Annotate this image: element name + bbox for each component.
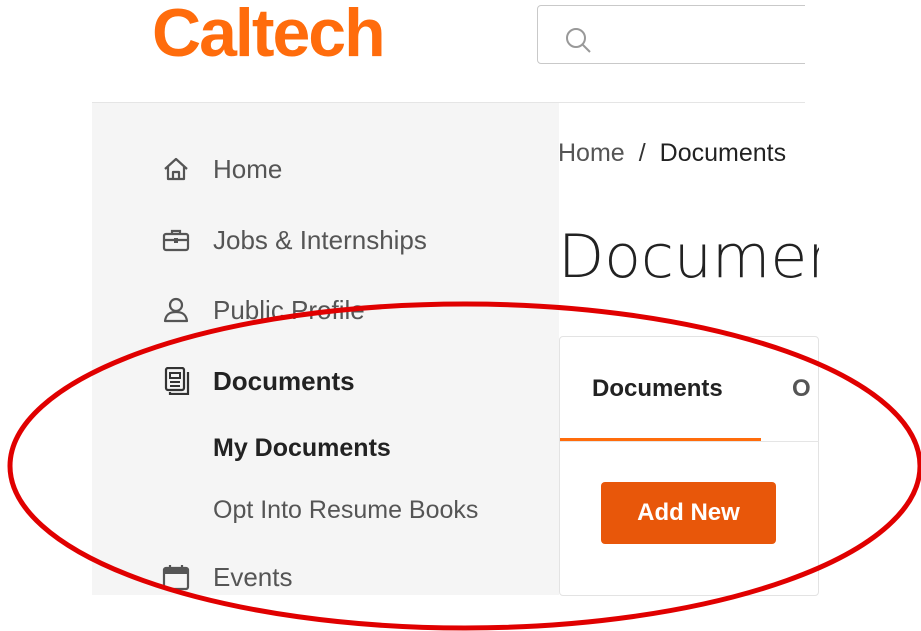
briefcase-icon [162,227,192,253]
breadcrumb: Home / Documents [558,139,786,168]
sidebar-item-label: Jobs & Internships [213,224,427,255]
tab-documents[interactable]: Documents [592,375,723,403]
document-icon [162,367,192,395]
breadcrumb-separator: / [638,139,646,167]
documents-card: Documents O Add New [559,336,820,596]
tab-divider [560,441,820,442]
sidebar-item-public-profile[interactable]: Public Profile [162,294,365,326]
sidebar-item-label: Documents [213,365,355,396]
add-new-button[interactable]: Add New [601,482,776,544]
viewport-edge-right [819,0,921,631]
sidebar-item-home[interactable]: Home [162,153,282,185]
active-tab-indicator [560,438,761,441]
search-box[interactable] [537,5,827,64]
sidebar: Home Jobs & Internships Public Profile D… [92,103,559,595]
breadcrumb-home[interactable]: Home [558,139,625,167]
sidebar-subitem-my-documents[interactable]: My Documents [213,434,391,463]
user-icon [162,297,192,323]
caltech-logo[interactable]: Caltech [152,0,386,72]
sidebar-item-label: Public Profile [213,294,365,325]
calendar-icon [162,564,192,591]
sidebar-item-jobs[interactable]: Jobs & Internships [162,224,427,256]
sidebar-item-label: Home [213,153,283,184]
sidebar-subitem-resume-books[interactable]: Opt Into Resume Books [213,496,478,525]
tab-other[interactable]: O [792,375,811,403]
search-icon [566,28,591,53]
sidebar-item-label: Events [213,561,293,592]
sidebar-item-documents[interactable]: Documents [162,365,355,397]
sidebar-item-events[interactable]: Events [162,561,293,593]
home-icon [162,156,192,182]
breadcrumb-current: Documents [659,139,787,167]
